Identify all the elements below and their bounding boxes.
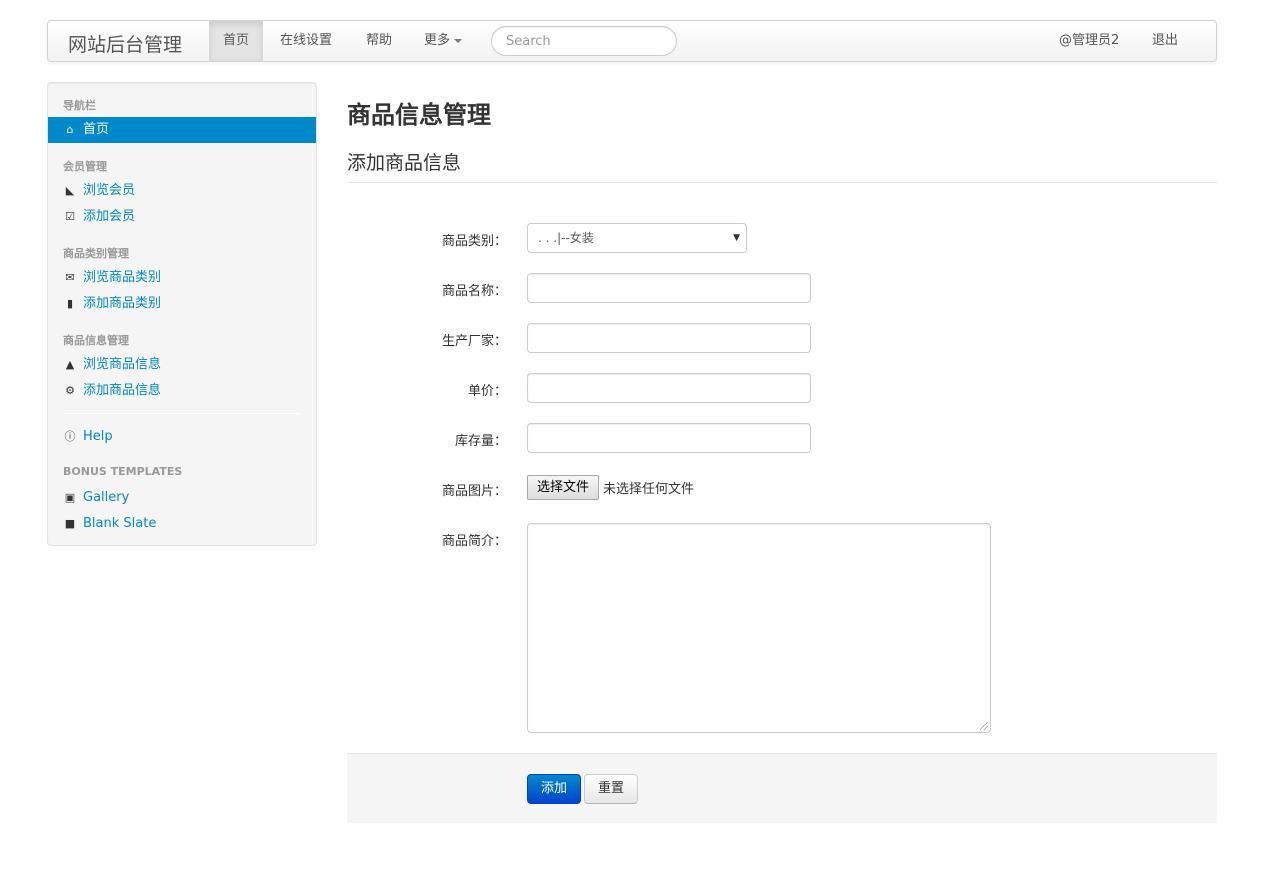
sidebar-item-label: 添加会员	[83, 209, 136, 224]
category-selected-value: . . .|--女装	[538, 231, 594, 245]
sidebar-header-members: 会员管理	[63, 160, 107, 173]
sidebar-item-add-product[interactable]: ⚙ 添加商品信息	[48, 378, 316, 404]
sidebar-item-label: 添加商品信息	[83, 383, 162, 398]
reset-button[interactable]: 重置	[584, 774, 638, 804]
sidebar-header-bonus: BONUS TEMPLATES	[63, 465, 183, 478]
sidebar-item-home[interactable]: ⌂ 首页	[48, 117, 316, 143]
sidebar-item-browse-products[interactable]: ▲ 浏览商品信息	[48, 352, 316, 378]
maker-label: 生产厂家：	[441, 334, 507, 349]
submit-button[interactable]: 添加	[527, 774, 581, 804]
sidebar-item-add-category[interactable]: ▮ 添加商品类别	[48, 291, 316, 317]
category-label: 商品类别：	[441, 234, 507, 249]
file-icon: ▮	[66, 297, 74, 310]
price-input[interactable]	[527, 373, 811, 403]
sidebar-item-blank-slate[interactable]: ■ Blank Slate	[48, 511, 316, 537]
sidebar-header-nav: 导航栏	[63, 99, 96, 112]
sidebar-item-label: 浏览商品类别	[83, 270, 162, 285]
caret-down-icon	[454, 38, 463, 43]
file-status-text: 未选择任何文件	[603, 482, 695, 497]
sidebar: 导航栏 ⌂ 首页 会员管理 ◣ 浏览会员 ☑ 添加会员 商品类别管理 ✉ 浏览商品类别 …	[47, 82, 317, 546]
product-name-input[interactable]	[527, 273, 811, 303]
stop-icon: ■	[64, 517, 76, 530]
description-textarea[interactable]	[527, 523, 991, 733]
stock-label: 库存量：	[454, 434, 507, 449]
page-title: 商品信息管理	[347, 101, 491, 129]
form-actions: 添加 重置	[347, 753, 1217, 823]
choose-file-button[interactable]: 选择文件	[527, 475, 599, 500]
top-navbar: 网站后台管理 首页 在线设置 帮助 更多 @管理员2 退出	[47, 20, 1217, 62]
home-icon: ⌂	[66, 123, 74, 136]
folder-open-icon: ◣	[65, 184, 75, 197]
category-select[interactable]: . . .|--女装 ▼	[527, 223, 747, 253]
sidebar-item-label: 浏览商品信息	[83, 357, 162, 372]
nav-online-settings[interactable]: 在线设置	[266, 21, 346, 61]
dropdown-arrow-icon: ▼	[733, 233, 740, 243]
form-legend: 添加商品信息	[347, 148, 1217, 183]
brand-title[interactable]: 网站后台管理	[68, 30, 182, 57]
user-icon: ▲	[65, 358, 75, 371]
sidebar-item-gallery[interactable]: ▣ Gallery	[48, 485, 316, 511]
sidebar-item-label: 首页	[83, 122, 110, 137]
sidebar-item-add-member[interactable]: ☑ 添加会员	[48, 204, 316, 230]
sidebar-item-label: Gallery	[83, 490, 130, 505]
info-sign-icon: ⓘ	[64, 430, 76, 443]
name-label: 商品名称：	[441, 284, 507, 299]
search-input[interactable]	[491, 26, 677, 56]
description-label: 商品简介：	[441, 534, 507, 549]
resize-grip-icon[interactable]	[980, 722, 988, 730]
sidebar-header-categories: 商品类别管理	[63, 247, 129, 260]
nav-user[interactable]: @管理员2	[1045, 21, 1133, 61]
maker-input[interactable]	[527, 323, 811, 353]
image-label: 商品图片：	[441, 484, 507, 499]
sidebar-item-label: 浏览会员	[83, 183, 136, 198]
nav-help[interactable]: 帮助	[352, 21, 406, 61]
sidebar-item-label: Blank Slate	[83, 516, 157, 531]
picture-icon: ▣	[64, 491, 76, 504]
check-icon: ☑	[65, 210, 75, 223]
price-label: 单价：	[467, 384, 507, 399]
stock-input[interactable]	[527, 423, 811, 453]
envelope-icon: ✉	[65, 271, 75, 284]
sidebar-divider	[63, 413, 301, 414]
sidebar-item-help[interactable]: ⓘ Help	[48, 424, 316, 450]
nav-more-dropdown[interactable]: 更多	[410, 21, 476, 61]
nav-home[interactable]: 首页	[209, 21, 264, 61]
cog-icon: ⚙	[65, 384, 75, 397]
sidebar-item-browse-categories[interactable]: ✉ 浏览商品类别	[48, 265, 316, 291]
sidebar-item-label: Help	[83, 429, 113, 444]
sidebar-item-label: 添加商品类别	[83, 296, 162, 311]
sidebar-header-products: 商品信息管理	[63, 334, 129, 347]
nav-more-label: 更多	[424, 33, 451, 48]
sidebar-item-browse-members[interactable]: ◣ 浏览会员	[48, 178, 316, 204]
nav-logout[interactable]: 退出	[1138, 21, 1192, 61]
